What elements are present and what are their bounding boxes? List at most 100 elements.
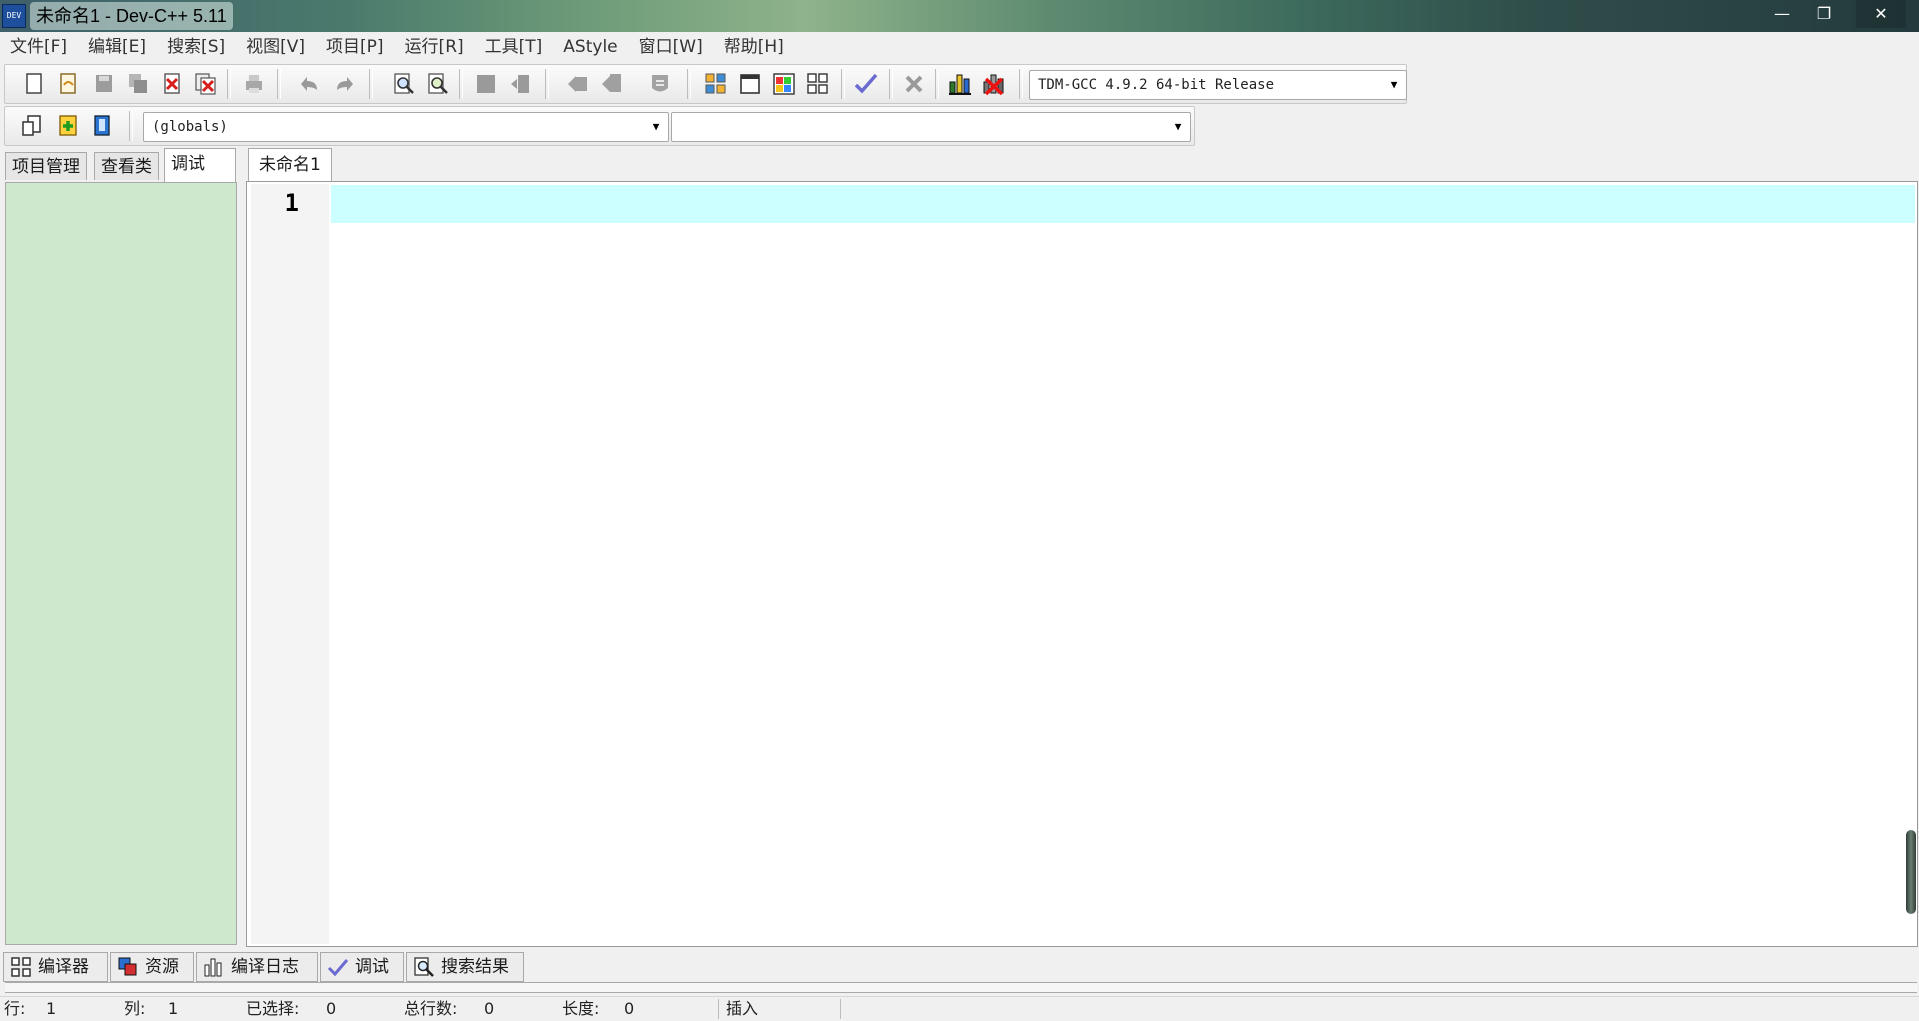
line-number: 1 <box>284 189 299 217</box>
run-icon[interactable] <box>737 71 763 97</box>
compiler-select[interactable]: TDM-GCC 4.9.2 64-bit Release ▼ <box>1029 70 1407 100</box>
member-select[interactable]: ▼ <box>671 112 1191 142</box>
menu-run[interactable]: 运行[R] <box>395 33 475 62</box>
menu-view[interactable]: 视图[V] <box>236 33 316 62</box>
status-divider <box>840 999 841 1019</box>
status-length-value: 0 <box>624 999 635 1018</box>
menu-project[interactable]: 项目[P] <box>316 33 395 62</box>
tab-resources[interactable]: 资源 <box>110 952 194 982</box>
menu-tools[interactable]: 工具[T] <box>475 33 554 62</box>
toolbar-separator <box>687 69 691 99</box>
class-toolbar: (globals) ▼ ▼ <box>4 106 1195 146</box>
app-icon[interactable]: DEV <box>2 4 26 28</box>
search-results-icon <box>414 957 434 977</box>
chevron-down-icon: ▼ <box>1390 78 1398 91</box>
tab-compile-log[interactable]: 编译日志 <box>196 952 318 982</box>
menu-help[interactable]: 帮助[H] <box>714 33 795 62</box>
syntax-check-icon[interactable] <box>853 71 879 97</box>
tab-resources-label: 资源 <box>145 957 179 977</box>
save-all-icon[interactable] <box>125 71 151 97</box>
unindent-icon[interactable] <box>507 71 533 97</box>
bottom-panel-collapsed[interactable] <box>5 982 1917 993</box>
window-title: 未命名1 - Dev-C++ 5.11 <box>30 2 233 30</box>
toolbar-separator <box>935 69 939 99</box>
save-icon[interactable] <box>91 71 117 97</box>
status-total-lines-value: 0 <box>484 999 495 1018</box>
grid-icon <box>11 957 31 977</box>
status-row-label: 行: <box>4 999 26 1018</box>
tab-class-browser[interactable]: 查看类 <box>94 152 159 180</box>
status-selected-label: 已选择: <box>246 999 300 1018</box>
status-divider <box>718 999 719 1019</box>
toolbar-separator <box>841 69 845 99</box>
close-all-icon[interactable] <box>193 71 219 97</box>
status-insert-mode: 插入 <box>726 999 759 1018</box>
compile-run-icon[interactable] <box>771 71 797 97</box>
editor-tab-untitled[interactable]: 未命名1 <box>248 148 332 182</box>
menu-bar: 文件[F] 编辑[E] 搜索[S] 视图[V] 项目[P] 运行[R] 工具[T] AStyl… <box>0 33 1919 62</box>
replace-icon[interactable] <box>425 71 451 97</box>
tab-debug-output-label: 调试 <box>355 957 389 977</box>
compiler-select-value: TDM-GCC 4.9.2 64-bit Release <box>1038 77 1275 93</box>
toggle-bookmark-icon[interactable] <box>55 113 81 139</box>
find-icon[interactable] <box>391 71 417 97</box>
profile-icon[interactable] <box>947 71 973 97</box>
status-col-value: 1 <box>168 999 179 1018</box>
status-row-value: 1 <box>46 999 57 1018</box>
tab-debug[interactable]: 调试 <box>164 148 236 182</box>
toolbar-separator <box>129 111 133 141</box>
menu-window[interactable]: 窗口[W] <box>629 33 714 62</box>
goto-prev-icon[interactable] <box>565 71 591 97</box>
restore-button[interactable]: ❐ <box>1804 0 1844 28</box>
goto-next-icon[interactable] <box>599 71 625 97</box>
resources-icon <box>118 957 137 976</box>
code-editor[interactable] <box>331 223 1903 943</box>
delete-profile-icon[interactable] <box>981 71 1007 97</box>
menu-edit[interactable]: 编辑[E] <box>78 33 157 62</box>
toolbar-separator <box>277 69 281 99</box>
close-file-icon[interactable] <box>159 71 185 97</box>
chevron-down-icon: ▼ <box>1174 120 1182 133</box>
menu-file[interactable]: 文件[F] <box>0 33 78 62</box>
tab-search-results[interactable]: 搜索结果 <box>406 952 524 982</box>
status-length-label: 长度: <box>562 999 600 1018</box>
compile-icon[interactable] <box>703 71 729 97</box>
vertical-scrollbar-thumb[interactable] <box>1906 830 1916 914</box>
status-col-label: 列: <box>124 999 146 1018</box>
menu-astyle[interactable]: AStyle <box>553 33 628 62</box>
code-editor-current-line[interactable] <box>331 185 1915 223</box>
indent-icon[interactable] <box>473 71 499 97</box>
stop-execution-icon[interactable] <box>901 71 927 97</box>
scope-select-value: (globals) <box>152 119 228 135</box>
line-number-gutter: 1 <box>251 184 329 944</box>
debug-panel[interactable] <box>5 182 237 945</box>
open-file-icon[interactable] <box>55 71 81 97</box>
redo-icon[interactable] <box>331 71 357 97</box>
print-icon[interactable] <box>241 71 267 97</box>
scope-select[interactable]: (globals) ▼ <box>143 112 669 142</box>
tab-project-manager[interactable]: 项目管理 <box>5 152 87 180</box>
main-toolbar: TDM-GCC 4.9.2 64-bit Release ▼ <box>4 64 1407 104</box>
bar-chart-icon <box>204 958 222 977</box>
status-selected-value: 0 <box>326 999 337 1018</box>
minimize-button[interactable]: — <box>1762 0 1802 28</box>
new-file-icon[interactable] <box>21 71 47 97</box>
menu-search[interactable]: 搜索[S] <box>157 33 236 62</box>
insert-icon[interactable] <box>19 113 45 139</box>
close-button[interactable]: ✕ <box>1856 0 1906 28</box>
tab-compiler[interactable]: 编译器 <box>3 952 108 982</box>
title-bar: DEV 未命名1 - Dev-C++ 5.11 — ❐ ✕ <box>0 0 1919 32</box>
tab-compile-log-label: 编译日志 <box>231 957 299 977</box>
tab-search-results-label: 搜索结果 <box>441 957 509 977</box>
tab-compiler-label: 编译器 <box>38 957 89 977</box>
goto-bookmark-icon[interactable] <box>89 113 115 139</box>
toolbar-separator <box>227 69 231 99</box>
undo-icon[interactable] <box>297 71 323 97</box>
toolbar-separator <box>1019 69 1023 99</box>
checkmark-icon <box>327 959 349 977</box>
status-bar: 行: 1 列: 1 已选择: 0 总行数: 0 长度: 0 插入 <box>0 996 1919 1021</box>
bookmark-icon[interactable] <box>647 71 673 97</box>
rebuild-icon[interactable] <box>805 71 831 97</box>
toolbar-separator <box>369 69 373 99</box>
tab-debug-output[interactable]: 调试 <box>320 952 404 982</box>
